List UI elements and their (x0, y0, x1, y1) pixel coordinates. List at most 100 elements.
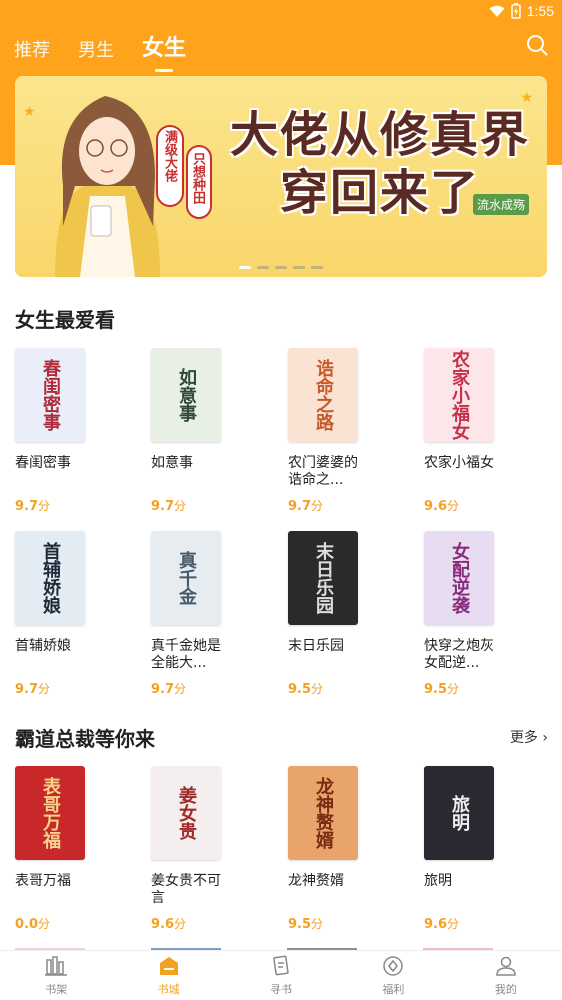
status-time: 1:55 (526, 3, 554, 19)
banner-title-line1: 大佬从修真界 (229, 107, 530, 163)
book-cover-text: 春闺密事 (40, 359, 61, 431)
book-score: 9.5分 (288, 680, 388, 697)
nav-label: 福利 (382, 983, 405, 996)
book-score-value: 9.5 (424, 682, 448, 697)
book-score-unit: 分 (174, 682, 187, 696)
nav-label: 寻书 (270, 983, 293, 996)
banner-pagination (239, 266, 323, 269)
book-title: 旅明 (424, 873, 452, 889)
book-score-unit: 分 (38, 917, 51, 931)
book-score: 9.6分 (424, 497, 524, 514)
nav-bookstore[interactable]: 书城 (112, 951, 224, 1000)
banner-dot[interactable] (239, 266, 251, 269)
nav-profile[interactable]: 我的 (450, 951, 562, 1000)
section-title-female-favorites: 女生最爱看 (15, 308, 115, 332)
nav-label: 书城 (157, 983, 180, 996)
bookshelf-icon (45, 956, 68, 976)
book-cover: 如意事 (151, 348, 221, 442)
book-cover: 龙神赘婿 (288, 766, 358, 860)
book-cover-text: 如意事 (176, 368, 197, 422)
book-item[interactable]: 农家小福女 农家小福女 9.6分 (424, 348, 524, 514)
book-score-unit: 分 (38, 499, 51, 513)
category-tabs: 推荐 男生 女生 (14, 30, 187, 72)
book-score-unit: 分 (311, 917, 324, 931)
book-item[interactable]: 真千金 真千金她是全能大... 9.7分 (151, 531, 251, 697)
book-score: 0.0分 (15, 915, 115, 932)
status-bar: 1:55 (0, 0, 562, 24)
book-score-unit: 分 (447, 917, 460, 931)
section-title-ceo: 霸道总裁等你来 (15, 727, 155, 751)
book-score: 9.6分 (424, 915, 524, 932)
book-title: 姜女贵不可言 (151, 873, 221, 906)
wifi-icon (489, 5, 505, 17)
promo-banner[interactable]: ★ ★ 满级大佬 只想种田 大佬从修真界 穿回来了 流水成殇 (15, 76, 547, 277)
book-title: 首辅娇娘 (15, 638, 71, 654)
book-score: 9.7分 (15, 497, 115, 514)
book-score-unit: 分 (174, 499, 187, 513)
book-item[interactable]: 如意事 如意事 9.7分 (151, 348, 251, 514)
book-cover: 女配逆袭 (424, 531, 494, 625)
banner-dot[interactable] (293, 266, 305, 269)
banner-side-text-1: 满级大佬 (162, 130, 177, 182)
welfare-icon (383, 956, 404, 976)
book-score-value: 9.6 (424, 499, 448, 514)
book-item[interactable]: 姜女贵姜女贵不可言 9.6分 (151, 766, 251, 932)
book-score-unit: 分 (311, 682, 324, 696)
book-item[interactable]: 旅明 旅明 9.6分 (424, 766, 524, 932)
book-item[interactable]: 春闺密事 春闺密事 9.7分 (15, 348, 115, 514)
book-score-unit: 分 (447, 682, 460, 696)
nav-bookshelf[interactable]: 书架 (0, 951, 112, 1000)
book-cover-text: 农家小福女 (449, 350, 470, 440)
book-cover-text: 姜女贵 (176, 786, 197, 840)
book-cover-text: 旅明 (449, 795, 470, 831)
book-score-value: 9.7 (151, 499, 175, 514)
search-icon[interactable] (526, 34, 548, 56)
book-cover-text: 首辅娇娘 (40, 542, 61, 614)
book-score-value: 9.5 (288, 682, 312, 697)
book-title: 春闺密事 (15, 455, 71, 471)
book-cover: 旅明 (424, 766, 494, 860)
nav-welfare[interactable]: 福利 (337, 951, 449, 1000)
book-score: 9.6分 (151, 915, 251, 932)
banner-side-text-2: 只想种田 (190, 152, 205, 204)
book-score-unit: 分 (174, 917, 187, 931)
book-title: 农家小福女 (424, 455, 494, 471)
book-title: 农门婆婆的诰命之... (288, 455, 358, 488)
book-score-value: 9.6 (151, 917, 175, 932)
tab-recommend[interactable]: 推荐 (14, 36, 50, 62)
book-score: 9.7分 (151, 497, 251, 514)
banner-girl-illustration (55, 96, 160, 277)
book-cover-text: 女配逆袭 (449, 542, 470, 614)
bottom-navigation: 书架 书城 寻书 福利 我的 (0, 950, 562, 1000)
nav-label: 我的 (494, 983, 517, 996)
book-item[interactable]: 诰命之路 农门婆婆的诰命之... 9.7分 (288, 348, 388, 514)
book-item[interactable]: 表哥万福 表哥万福 0.0分 (15, 766, 115, 932)
nav-find-book[interactable]: 寻书 (225, 951, 337, 1000)
book-title: 快穿之炮灰女配逆... (424, 638, 494, 671)
book-cover: 姜女贵 (151, 766, 221, 860)
book-title: 如意事 (151, 455, 193, 471)
book-score-value: 9.7 (15, 682, 39, 697)
battery-icon (511, 3, 521, 19)
book-item[interactable]: 龙神赘婿 龙神赘婿 9.5分 (288, 766, 388, 932)
book-cover: 表哥万福 (15, 766, 85, 860)
book-item[interactable]: 末日乐园 末日乐园 9.5分 (288, 531, 388, 697)
book-cover: 农家小福女 (424, 348, 494, 442)
banner-dot[interactable] (311, 266, 323, 269)
book-score: 9.7分 (288, 497, 388, 514)
star-icon: ★ (23, 104, 36, 120)
banner-dot[interactable] (275, 266, 287, 269)
book-item[interactable]: 女配逆袭快穿之炮灰女配逆... 9.5分 (424, 531, 524, 697)
find-book-icon (273, 955, 289, 976)
book-score: 9.7分 (151, 680, 251, 697)
book-title: 龙神赘婿 (288, 873, 344, 889)
tab-male[interactable]: 男生 (78, 36, 114, 62)
tab-female-label: 女生 (142, 36, 187, 61)
banner-dot[interactable] (257, 266, 269, 269)
more-link[interactable]: 更多 › (510, 727, 548, 747)
more-link-label: 更多 (509, 730, 538, 746)
profile-icon (496, 956, 516, 976)
tab-female[interactable]: 女生 (142, 30, 187, 72)
book-item[interactable]: 首辅娇娘 首辅娇娘 9.7分 (15, 531, 115, 697)
book-cover: 首辅娇娘 (15, 531, 85, 625)
